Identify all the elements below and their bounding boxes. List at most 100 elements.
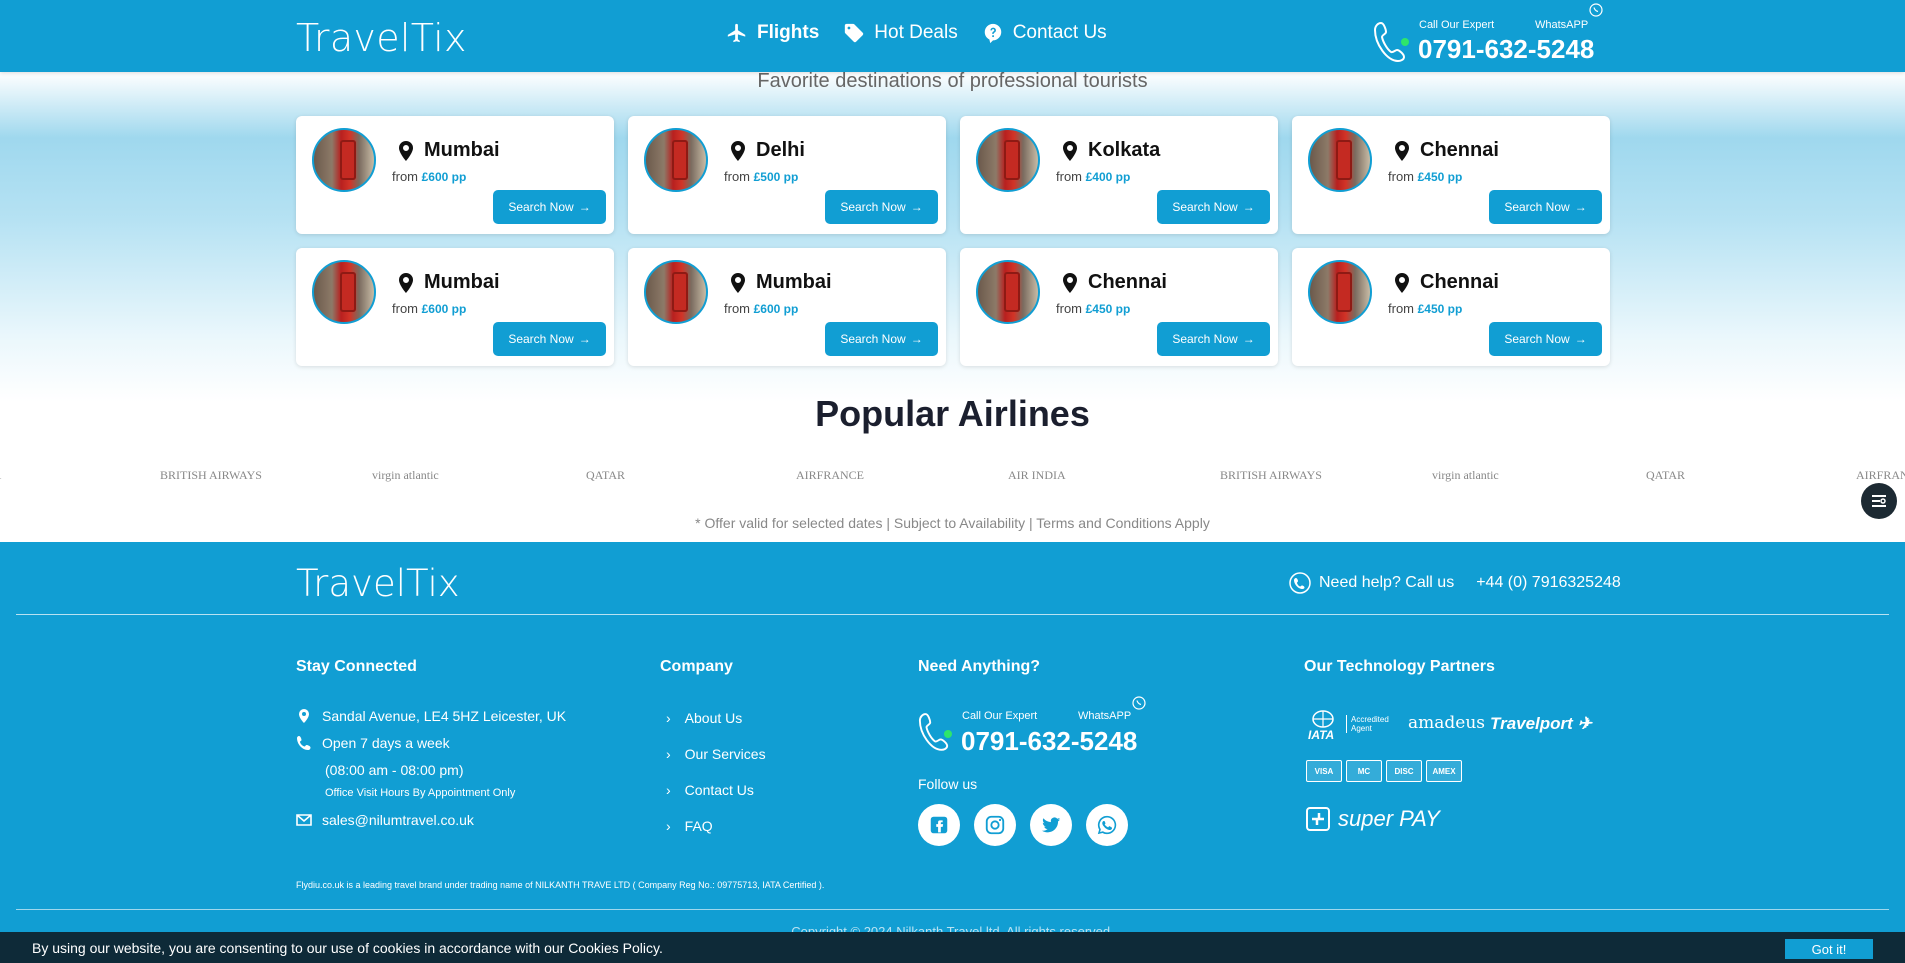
link-label: About Us <box>684 710 743 726</box>
offer-disclaimer: * Offer valid for selected dates | Subje… <box>695 515 1210 531</box>
technology-partners-heading: Our Technology Partners <box>1304 658 1495 675</box>
floating-menu-button[interactable] <box>1861 483 1897 519</box>
legal-notice: Flydiu.co.uk is a leading travel brand u… <box>296 880 825 890</box>
cookie-accept-button[interactable]: Got it! <box>1785 939 1873 959</box>
arrow-right-icon: → <box>1574 332 1587 346</box>
phone-circle-icon <box>1289 572 1311 594</box>
search-now-label: Search Now <box>508 200 574 214</box>
company-heading: Company <box>660 658 733 675</box>
search-now-button[interactable]: Search Now → <box>1489 322 1602 356</box>
destination-thumbnail <box>976 128 1040 192</box>
airline-logo: BRITISH AIRWAYS <box>160 468 262 482</box>
map-pin-icon <box>731 273 745 293</box>
footer-link-faq[interactable]: › FAQ <box>666 818 713 834</box>
whatsapp-button[interactable] <box>1086 804 1128 846</box>
destination-city: Mumbai <box>424 139 500 161</box>
from-label: from <box>724 301 750 316</box>
from-label: from <box>1388 301 1414 316</box>
mastercard-icon: MC <box>1346 760 1382 782</box>
destination-city: Kolkata <box>1088 139 1161 161</box>
search-now-button[interactable]: Search Now → <box>1489 190 1602 224</box>
search-now-button[interactable]: Search Now → <box>825 190 938 224</box>
expert-phone-number[interactable]: 0791-632-5248 <box>961 726 1137 757</box>
airline-logo: AIR INDIA <box>1008 468 1066 482</box>
nav-hot-deals[interactable]: Hot Deals <box>843 22 958 44</box>
destination-city: Chennai <box>1420 271 1499 293</box>
online-indicator <box>1401 38 1409 46</box>
destination-price: £600 pp <box>421 170 467 184</box>
destination-price: £600 pp <box>753 302 799 316</box>
twitter-button[interactable] <box>1030 804 1072 846</box>
help-bubble-icon <box>984 23 1001 44</box>
need-help-label: Need help? Call us <box>1319 574 1455 591</box>
arrow-right-icon: → <box>910 332 923 346</box>
airline-logo: virgin atlantic <box>372 468 439 482</box>
address-row: Sandal Avenue, LE4 5HZ Leicester, UK <box>296 708 566 724</box>
mail-icon <box>296 814 312 826</box>
whatsapp-icon <box>1097 815 1117 835</box>
destination-price-row: from £450 pp <box>1056 301 1130 316</box>
location-pin-icon <box>299 709 309 723</box>
footer-link-contact-us[interactable]: › Contact Us <box>666 782 754 798</box>
destinations-section <box>0 72 1905 402</box>
payment-cards: VISA MC DISC AMEX <box>1306 760 1462 782</box>
footer-help-call[interactable]: Need help? Call us +44 (0) 7916325248 <box>1289 572 1621 594</box>
superpay-icon <box>1306 807 1330 831</box>
instagram-button[interactable] <box>974 804 1016 846</box>
arrow-right-icon: → <box>910 200 923 214</box>
nav-hot-deals-label: Hot Deals <box>874 22 958 43</box>
email-row[interactable]: sales@nilumtravel.co.uk <box>296 812 474 828</box>
link-label: Contact Us <box>684 782 754 798</box>
email-text[interactable]: sales@nilumtravel.co.uk <box>322 812 474 828</box>
destination-card: Chennai from £450 pp Search Now → <box>1292 248 1610 366</box>
destination-price-row: from £450 pp <box>1388 301 1462 316</box>
help-phone-number[interactable]: +44 (0) 7916325248 <box>1476 574 1621 592</box>
destination-price: £600 pp <box>421 302 467 316</box>
header-expert-call[interactable]: Call Our Expert WhatsAPP 0791-632-5248 <box>1373 3 1603 66</box>
nav-flights-label: Flights <box>757 22 820 43</box>
footer-divider <box>16 909 1889 910</box>
destination-thumbnail <box>1308 128 1372 192</box>
open-days-text: Open 7 days a week <box>322 735 450 751</box>
destination-card: Kolkata from £400 pp Search Now → <box>960 116 1278 234</box>
from-label: from <box>392 169 418 184</box>
destination-city: Delhi <box>756 139 805 161</box>
nav-contact-us[interactable]: Contact Us <box>982 22 1107 44</box>
airline-logo: BRITISH AIRWAYS <box>1220 468 1322 482</box>
footer-logo[interactable]: TravelTix <box>296 562 460 605</box>
site-logo[interactable]: TravelTix <box>296 16 467 60</box>
search-now-button[interactable]: Search Now → <box>825 322 938 356</box>
map-pin-icon <box>731 141 745 161</box>
nav-flights[interactable]: Flights <box>726 22 819 44</box>
arrow-right-icon: → <box>1242 332 1255 346</box>
search-now-button[interactable]: Search Now → <box>1157 322 1270 356</box>
need-anything-heading: Need Anything? <box>918 658 1041 675</box>
arrow-right-icon: → <box>578 200 591 214</box>
footer-link-our-services[interactable]: › Our Services <box>666 746 766 762</box>
whatsapp-icon[interactable] <box>1589 3 1603 17</box>
search-now-button[interactable]: Search Now → <box>493 322 606 356</box>
search-now-label: Search Now <box>840 332 906 346</box>
chevron-right-icon: › <box>666 818 671 834</box>
destination-price-row: from £600 pp <box>392 169 466 184</box>
airline-logos-carousel: DIA BRITISH AIRWAYS virgin atlantic QATAR AI… <box>0 466 1905 492</box>
search-now-label: Search Now <box>1504 332 1570 346</box>
opening-hours: (08:00 am - 08:00 pm) <box>325 762 464 778</box>
facebook-button[interactable] <box>918 804 960 846</box>
footer-link-about-us[interactable]: › About Us <box>666 710 742 726</box>
airline-logo: AIRFRANCE <box>796 468 865 482</box>
whatsapp-icon[interactable] <box>1132 696 1146 710</box>
address-text: Sandal Avenue, LE4 5HZ Leicester, UK <box>322 708 567 724</box>
plane-icon <box>727 23 746 43</box>
airline-logo: virgin atlantic <box>1432 468 1499 482</box>
search-now-button[interactable]: Search Now → <box>493 190 606 224</box>
destination-price-row: from £600 pp <box>724 301 798 316</box>
destination-card: Chennai from £450 pp Search Now → <box>1292 116 1610 234</box>
footer-expert-call[interactable]: Call Our Expert WhatsAPP 0791-632-5248 <box>918 696 1148 762</box>
stay-connected-heading: Stay Connected <box>296 658 417 675</box>
destination-card: Delhi from £500 pp Search Now → <box>628 116 946 234</box>
expert-phone-number[interactable]: 0791-632-5248 <box>1418 34 1594 65</box>
search-now-button[interactable]: Search Now → <box>1157 190 1270 224</box>
destination-card: Mumbai from £600 pp Search Now → <box>296 116 614 234</box>
destination-price: £400 pp <box>1085 170 1131 184</box>
